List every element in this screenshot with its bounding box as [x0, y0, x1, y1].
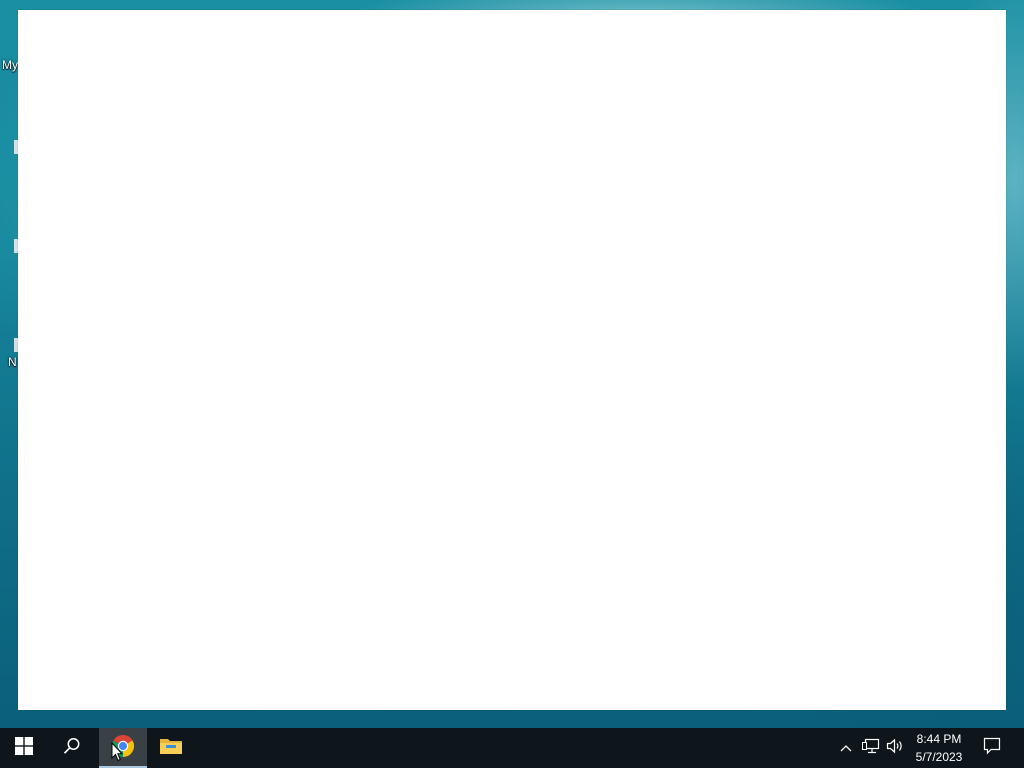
clock-time: 8:44 PM: [916, 732, 962, 746]
network-icon: [862, 738, 880, 759]
network-button[interactable]: [860, 728, 882, 768]
folder-icon: [159, 736, 183, 761]
taskbar: 8:44 PM 5/7/2023: [0, 728, 1024, 768]
mouse-cursor-icon: [111, 741, 124, 767]
taskbar-app-chrome[interactable]: [99, 728, 147, 768]
start-button[interactable]: [0, 728, 48, 768]
volume-icon: [886, 738, 904, 759]
desktop-icon-label-n[interactable]: N: [8, 355, 17, 369]
taskbar-clock[interactable]: 8:44 PM 5/7/2023: [906, 728, 972, 768]
app-window-blank[interactable]: [18, 10, 1006, 710]
action-center-button[interactable]: [978, 728, 1006, 768]
show-hidden-icons-button[interactable]: [836, 728, 856, 768]
desktop-icon-label-my[interactable]: My: [2, 58, 18, 72]
chevron-up-icon: [840, 739, 852, 757]
notification-icon: [983, 737, 1001, 760]
windows-logo-icon: [15, 736, 33, 760]
taskbar-app-file-explorer[interactable]: [147, 728, 195, 768]
desktop: My N: [0, 0, 1024, 728]
clock-date: 5/7/2023: [915, 750, 963, 764]
search-icon: [63, 737, 81, 760]
volume-button[interactable]: [884, 728, 906, 768]
search-button[interactable]: [48, 728, 96, 768]
